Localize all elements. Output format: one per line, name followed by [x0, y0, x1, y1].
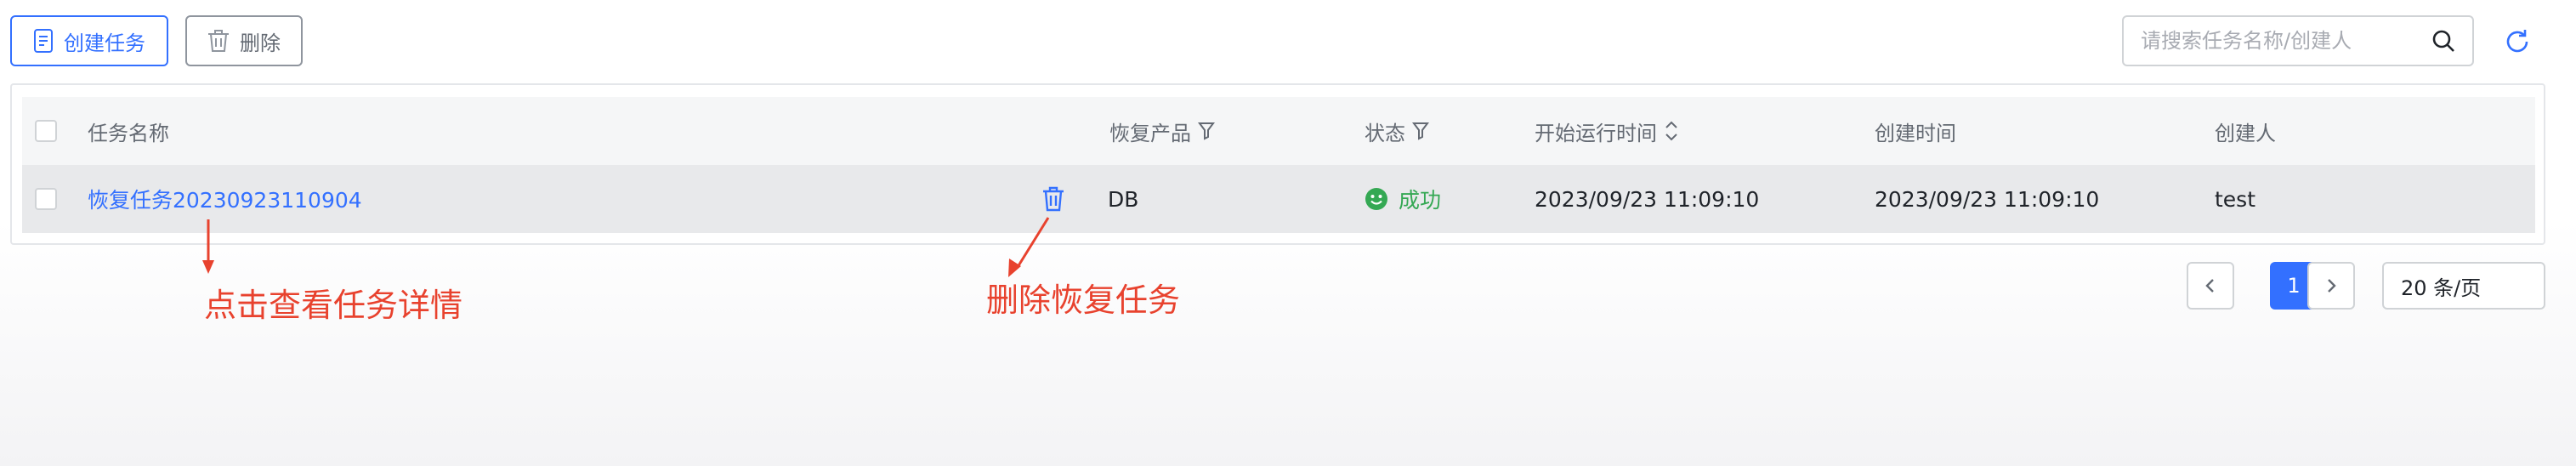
chevron-left-icon	[2205, 279, 2214, 293]
prev-page-button[interactable]	[2187, 262, 2234, 310]
page-size-select[interactable]: 20 条/页	[2382, 262, 2545, 310]
annotation-view-detail: 点击查看任务详情	[204, 287, 463, 324]
chevron-right-icon	[2328, 279, 2336, 293]
annotation-delete-task: 删除恢复任务	[986, 281, 1181, 319]
next-page-button[interactable]	[2307, 262, 2355, 310]
page-size-value: 20 条/页	[2401, 276, 2482, 300]
annotation-arrows	[202, 217, 1050, 277]
